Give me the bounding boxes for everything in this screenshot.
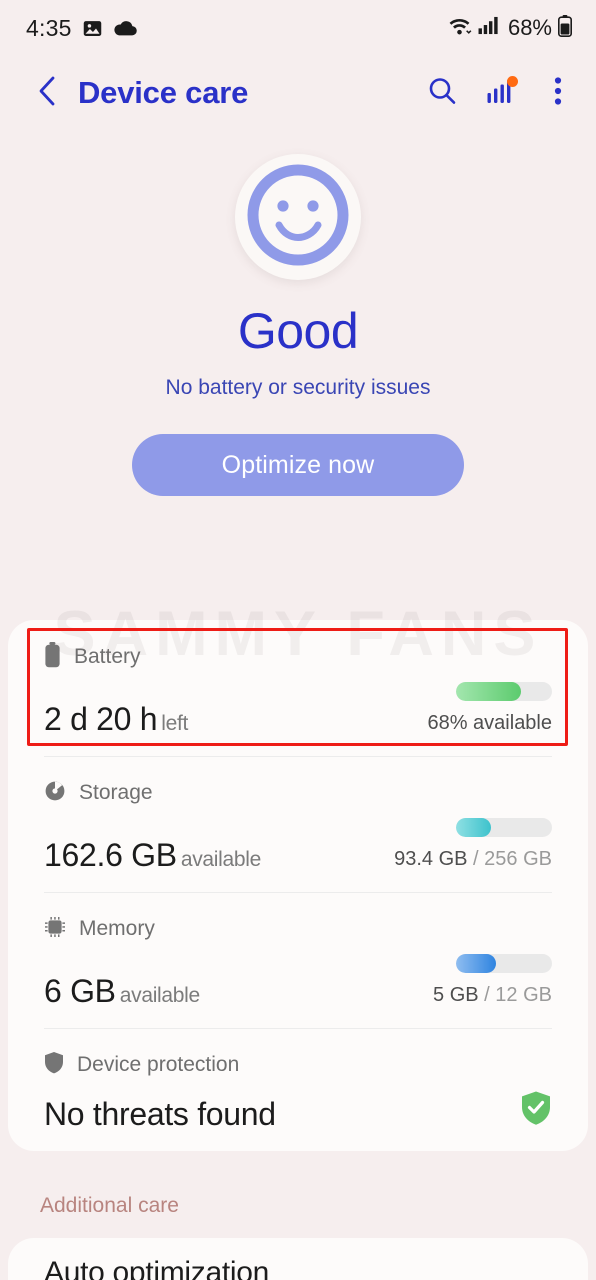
memory-right: 5 GB / 12 GB [433,954,552,1010]
battery-meta: 68% available [427,712,552,735]
battery-icon [44,641,61,673]
storage-pie-icon [44,780,66,807]
auto-optimization-item[interactable]: Auto optimization [44,1256,552,1280]
notification-badge [507,76,518,87]
battery-right: 68% available [427,682,552,738]
storage-meta: 93.4 GB / 256 GB [394,848,552,871]
protection-row-body: No threats found [44,1090,552,1133]
protection-row-head: Device protection [44,1050,552,1080]
device-status-card: Battery 2 d 20 h left 68% available Stora… [8,620,588,1151]
memory-value-suffix: available [119,984,201,1008]
page-title: Device care [78,75,249,110]
app-header: Device care [0,56,596,130]
storage-row-body: 162.6 GB available 93.4 GB / 256 GB [44,818,552,874]
battery-icon [558,14,572,42]
shield-check-icon [520,1091,552,1130]
status-bar-left: 4:35 [26,15,137,42]
memory-value-group: 6 GB available [44,973,200,1010]
signal-icon [478,16,499,40]
image-icon [82,18,103,39]
battery-meta-main: 68% available [427,712,552,734]
hero-subtitle: No battery or security issues [165,376,431,399]
wifi-icon [447,15,472,41]
storage-label: Storage [79,781,153,804]
battery-row[interactable]: Battery 2 d 20 h left 68% available [44,620,552,756]
cloud-icon [113,20,137,37]
additional-care-section-label: Additional care [40,1194,179,1217]
memory-chip-icon [44,916,66,943]
storage-right: 93.4 GB / 256 GB [394,818,552,874]
battery-value-group: 2 d 20 h left [44,701,188,738]
battery-value: 2 d 20 h [44,701,158,738]
chevron-left-icon [34,75,60,112]
battery-label: Battery [74,645,141,668]
memory-value: 6 GB [44,973,116,1010]
search-button[interactable] [426,77,458,109]
battery-row-head: Battery [44,641,552,673]
memory-progress-fill [456,954,497,973]
more-options-button[interactable] [542,76,574,111]
battery-progress-fill [456,682,522,701]
header-actions [426,76,574,111]
memory-label: Memory [79,917,155,940]
status-bar: 4:35 68% [0,0,596,56]
storage-value: 162.6 GB [44,837,177,874]
status-icon-container [235,154,361,280]
storage-value-suffix: available [180,848,262,872]
smiley-face-icon [244,161,352,274]
battery-row-body: 2 d 20 h left 68% available [44,682,552,738]
status-bar-right: 68% [447,14,572,42]
hero-title: Good [237,303,359,359]
memory-row-head: Memory [44,914,552,944]
battery-value-suffix: left [161,712,189,736]
optimize-now-button[interactable]: Optimize now [132,434,464,496]
shield-icon [44,1051,64,1079]
storage-progress-track [456,818,552,837]
battery-progress-track [456,682,552,701]
more-vertical-icon [554,76,562,111]
protection-label: Device protection [77,1053,240,1076]
storage-row-head: Storage [44,778,552,808]
stats-button[interactable] [484,76,518,109]
storage-meta-main: 93.4 GB [394,848,468,870]
storage-value-group: 162.6 GB available [44,837,261,874]
memory-row[interactable]: Memory 6 GB available 5 GB / 12 GB [44,892,552,1028]
memory-meta-main: 5 GB [433,984,479,1006]
protection-value: No threats found [44,1096,276,1133]
memory-meta: 5 GB / 12 GB [433,984,552,1007]
memory-meta-dim: / 12 GB [478,984,552,1006]
protection-right [520,1090,552,1133]
memory-row-body: 6 GB available 5 GB / 12 GB [44,954,552,1010]
additional-care-card: Auto optimization [8,1238,588,1280]
back-button[interactable] [30,76,64,110]
search-icon [426,75,458,112]
memory-progress-track [456,954,552,973]
status-battery-percent: 68% [507,15,552,40]
device-protection-row[interactable]: Device protection No threats found [44,1028,552,1151]
storage-meta-dim: / 256 GB [467,848,552,870]
storage-progress-fill [456,818,491,837]
storage-row[interactable]: Storage 162.6 GB available 93.4 GB / 256 … [44,756,552,892]
status-hero: Good No battery or security issues Optim… [0,130,596,496]
status-time: 4:35 [26,14,72,41]
